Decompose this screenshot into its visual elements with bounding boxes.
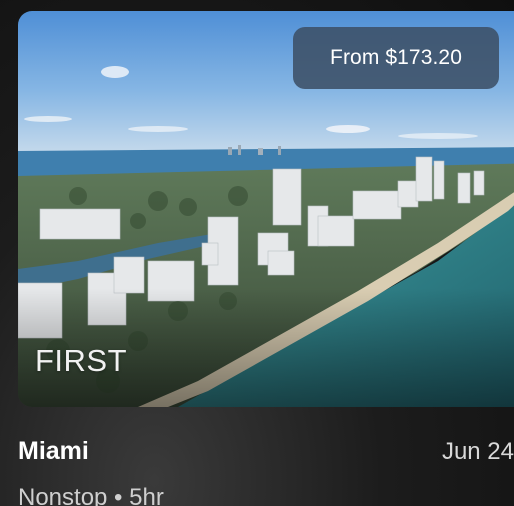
- travel-date: Jun 24: [441, 438, 514, 465]
- destination-city: Miami: [18, 437, 89, 465]
- destination-card[interactable]: From $173.20 FIRST: [18, 11, 514, 407]
- flight-details: Nonstop • 5hr: [18, 484, 164, 506]
- price-badge: From $173.20: [293, 27, 499, 89]
- flight-deal-screen: From $173.20 FIRST Miami Jun 24 Nonstop …: [0, 0, 514, 506]
- cabin-class-label: FIRST: [35, 343, 128, 378]
